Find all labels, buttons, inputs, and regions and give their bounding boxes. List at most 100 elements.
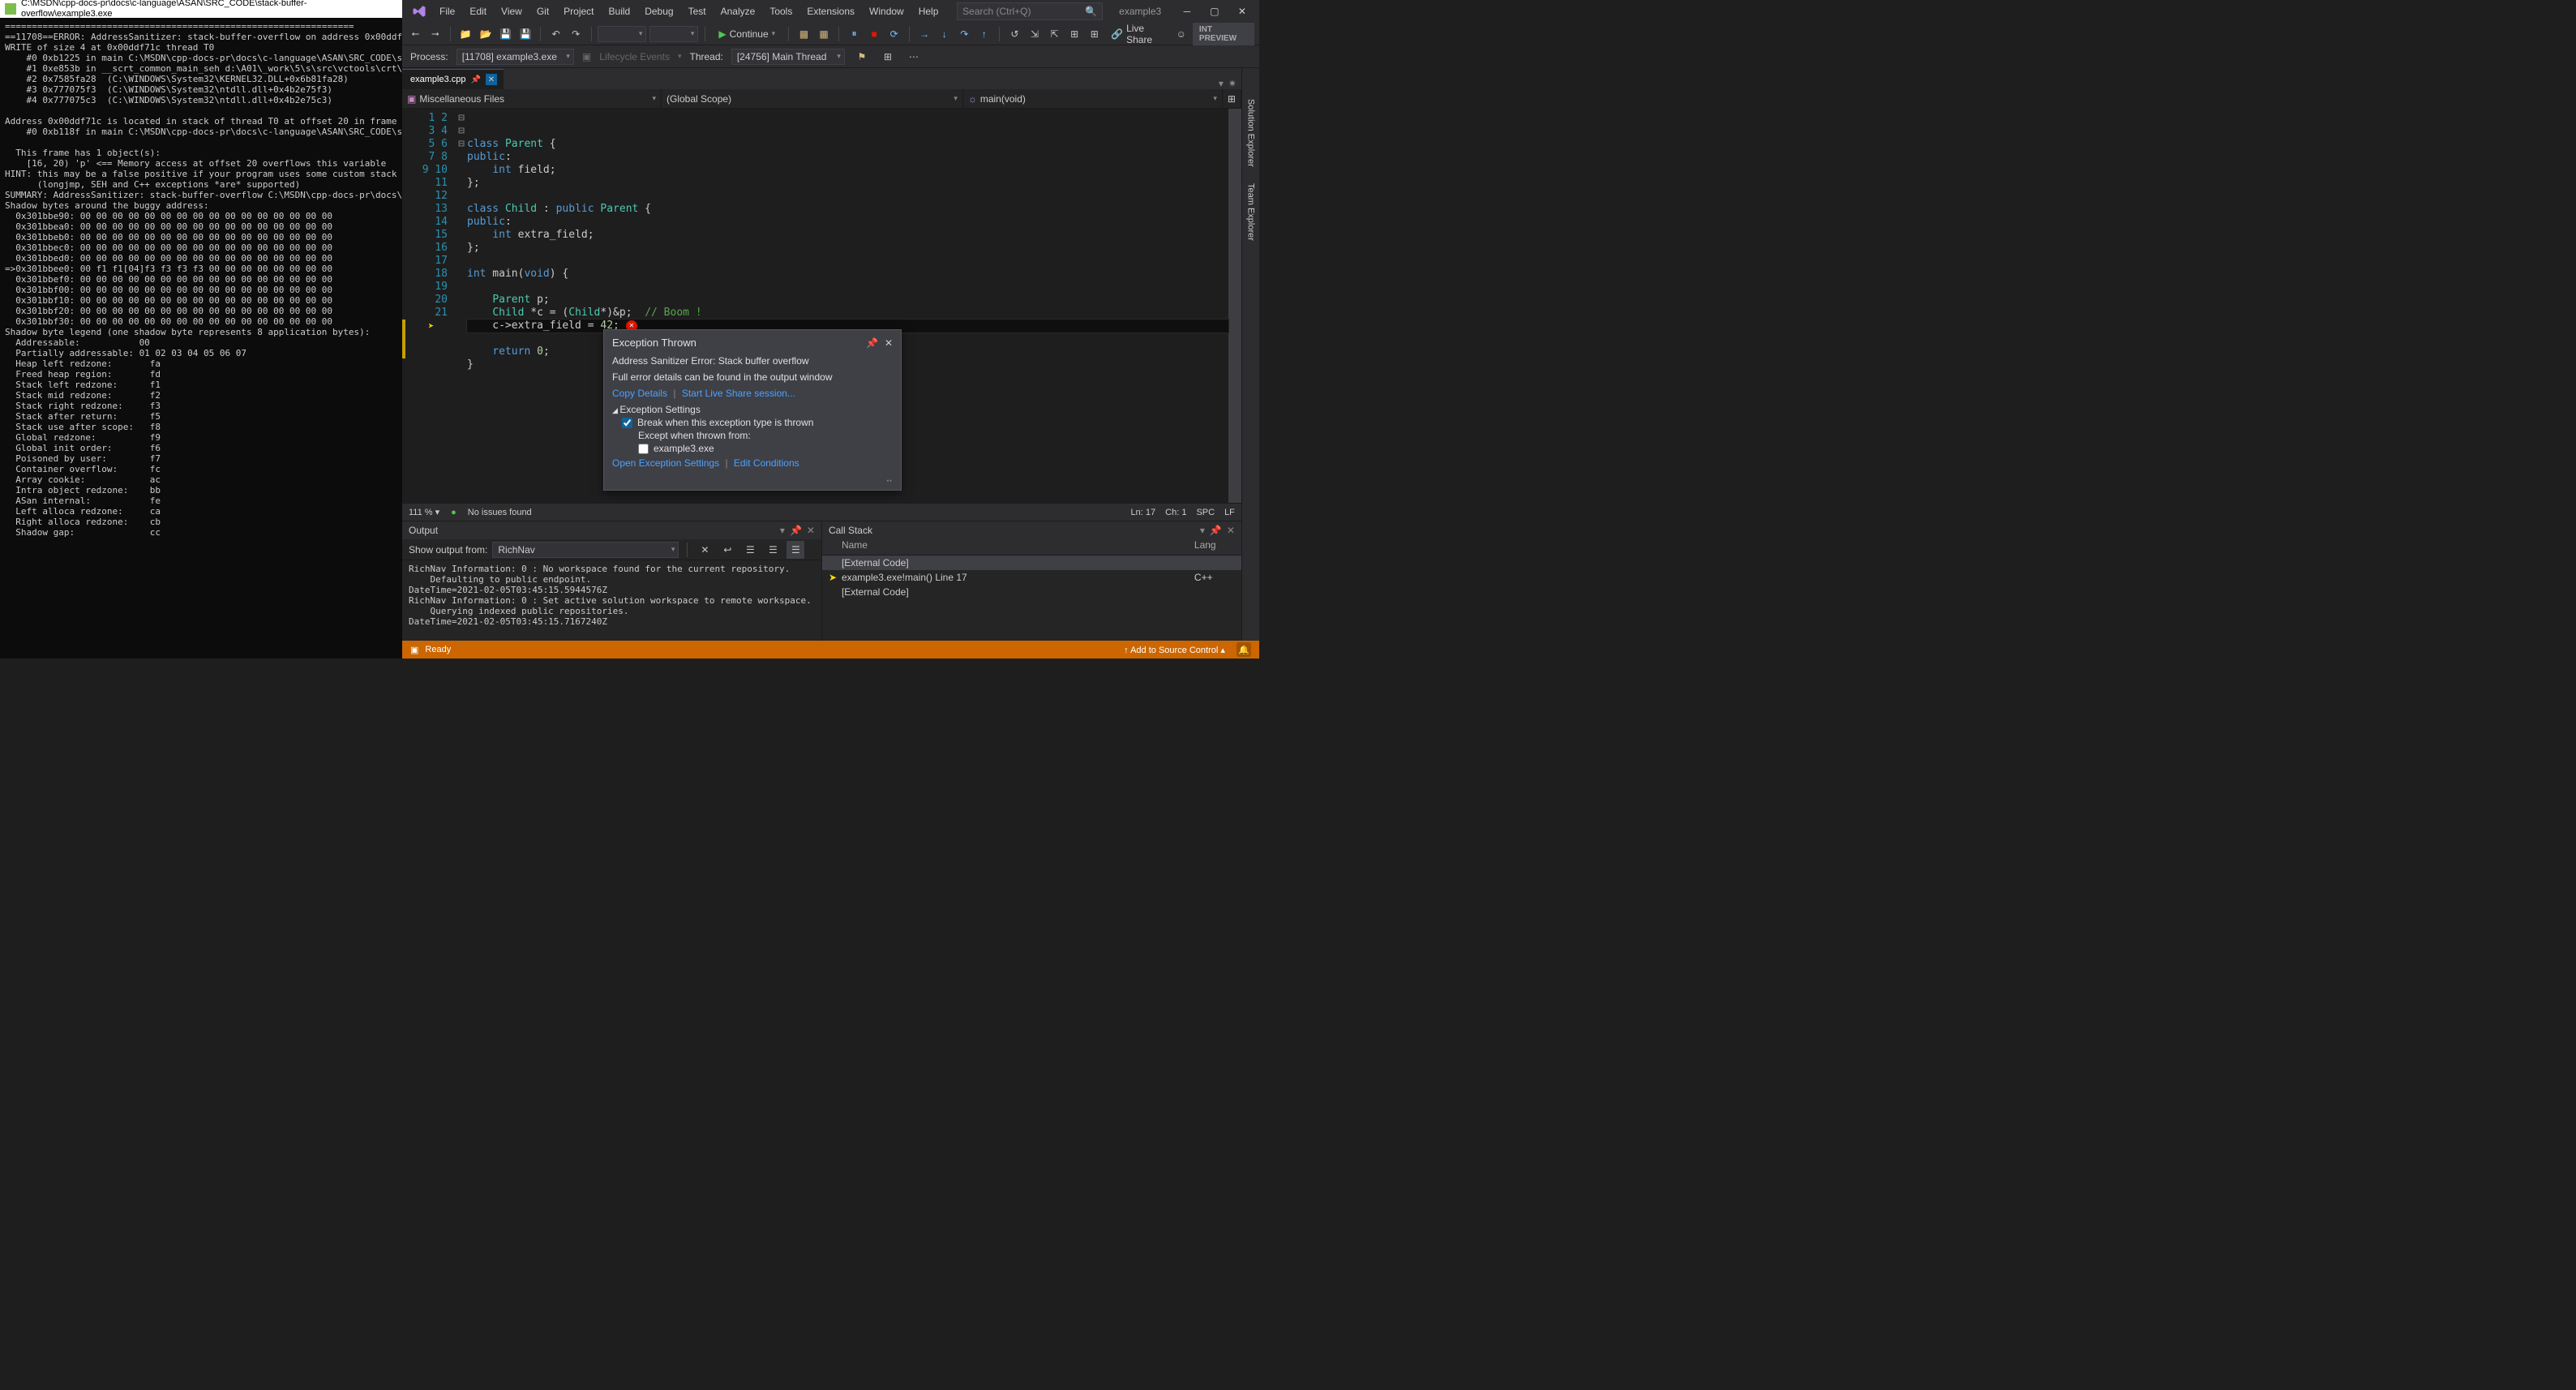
output-from-dropdown[interactable]: RichNav [492, 542, 679, 558]
minimize-button[interactable]: ─ [1173, 0, 1201, 23]
nav-function[interactable]: ☼ main(void) [963, 89, 1223, 108]
tb-icon2[interactable]: ▦ [816, 25, 833, 43]
stack-frame-icon[interactable]: ⋯ [905, 48, 923, 66]
menu-edit[interactable]: Edit [463, 2, 493, 20]
callstack-row[interactable]: [External Code] [822, 585, 1241, 599]
cs-col-name[interactable]: Name [842, 539, 1194, 555]
cs-col-lang[interactable]: Lang [1194, 539, 1235, 555]
step-over-button[interactable]: ↷ [956, 25, 973, 43]
thread-icon[interactable]: ⊞ [879, 48, 897, 66]
live-share-button[interactable]: 🔗 Live Share [1106, 23, 1172, 45]
panel-close-icon[interactable]: ✕ [807, 525, 815, 536]
output-btn3[interactable]: ☰ [741, 541, 759, 559]
show-next-stmt-button[interactable]: → [916, 25, 933, 43]
copy-details-link[interactable]: Copy Details [612, 388, 667, 399]
line-indicator[interactable]: Ln: 17 [1131, 508, 1156, 517]
tb-misc5[interactable]: ⊞ [1086, 25, 1103, 43]
tb-misc4[interactable]: ⊞ [1066, 25, 1083, 43]
menu-project[interactable]: Project [557, 2, 600, 20]
tab-close-button[interactable]: ✕ [486, 74, 497, 85]
callstack-row[interactable]: ➤example3.exe!main() Line 17C++ [822, 570, 1241, 585]
tb-misc2[interactable]: ⇲ [1027, 25, 1044, 43]
maximize-button[interactable]: ▢ [1201, 0, 1228, 23]
menu-debug[interactable]: Debug [638, 2, 679, 20]
output-btn5[interactable]: ☰ [787, 541, 804, 559]
platform-dropdown[interactable] [649, 26, 698, 42]
tab-solution-explorer[interactable]: Solution Explorer [1244, 92, 1257, 174]
menu-tools[interactable]: Tools [763, 2, 799, 20]
cs-close-icon[interactable]: ✕ [1227, 525, 1235, 536]
exception-settings-hdr[interactable]: Exception Settings [612, 404, 893, 415]
edit-conditions-link[interactable]: Edit Conditions [734, 457, 799, 469]
tab-team-explorer[interactable]: Team Explorer [1244, 177, 1257, 247]
output-wrap-button[interactable]: ↩ [718, 541, 736, 559]
menu-file[interactable]: File [433, 2, 461, 20]
pin-icon[interactable]: 📌 [471, 75, 481, 84]
menu-extensions[interactable]: Extensions [800, 2, 861, 20]
close-button[interactable]: ✕ [1228, 0, 1256, 23]
nav-scope[interactable]: (Global Scope) [662, 89, 963, 108]
vs-titlebar[interactable]: FileEditViewGitProjectBuildDebugTestAnal… [402, 0, 1259, 23]
menu-analyze[interactable]: Analyze [714, 2, 762, 20]
output-btn4[interactable]: ☰ [764, 541, 782, 559]
tab-settings-icon[interactable]: ✷ [1228, 78, 1237, 89]
break-when-checkbox[interactable] [622, 418, 632, 428]
menu-window[interactable]: Window [863, 2, 911, 20]
open-button[interactable]: 📂 [478, 25, 495, 43]
char-indicator[interactable]: Ch: 1 [1165, 508, 1186, 517]
step-into-button[interactable]: ↓ [936, 25, 953, 43]
menu-build[interactable]: Build [602, 2, 637, 20]
editor-scrollbar[interactable] [1228, 109, 1241, 503]
tb-icon1[interactable]: ▦ [795, 25, 812, 43]
panel-pin-icon[interactable]: 📌 [790, 525, 802, 536]
eol-indicator[interactable]: LF [1224, 508, 1235, 517]
continue-button[interactable]: ▶ Continue ▾ [712, 28, 782, 40]
indent-indicator[interactable]: SPC [1196, 508, 1215, 517]
tab-menu-dropdown[interactable]: ▾ [1219, 78, 1224, 89]
cs-menu-icon[interactable]: ▾ [1200, 525, 1205, 536]
quick-search-input[interactable]: Search (Ctrl+Q) 🔍 [957, 2, 1103, 20]
callstack-row[interactable]: [External Code] [822, 556, 1241, 570]
config-dropdown[interactable] [598, 26, 646, 42]
output-text[interactable]: RichNav Information: 0 : No workspace fo… [402, 560, 821, 641]
stop-button[interactable]: ■ [866, 25, 883, 43]
start-liveshare-link[interactable]: Start Live Share session... [682, 388, 795, 399]
output-clear-button[interactable]: ✕ [696, 541, 714, 559]
popup-close-button[interactable]: ✕ [885, 337, 893, 349]
resize-grip-icon[interactable]: ⣀ [612, 470, 893, 482]
thread-dropdown[interactable]: [24756] Main Thread [731, 49, 845, 65]
tb-misc1[interactable]: ↺ [1006, 25, 1023, 43]
save-all-button[interactable]: 💾 [517, 25, 534, 43]
notifications-button[interactable]: 🔔 [1237, 642, 1251, 657]
break-all-button[interactable]: ⏸ [846, 25, 863, 43]
open-exception-settings-link[interactable]: Open Exception Settings [612, 457, 719, 469]
redo-button[interactable]: ↷ [568, 25, 585, 43]
save-button[interactable]: 💾 [497, 25, 514, 43]
except-item-checkbox[interactable] [638, 444, 649, 454]
thread-label: Thread: [689, 51, 722, 62]
menu-help[interactable]: Help [912, 2, 945, 20]
nav-project[interactable]: ▣ Miscellaneous Files [402, 89, 662, 108]
step-out-button[interactable]: ↑ [976, 25, 993, 43]
console-titlebar[interactable]: C:\MSDN\cpp-docs-pr\docs\c-language\ASAN… [0, 0, 402, 18]
code-editor[interactable]: 1 2 3 4 5 6 7 8 9 10 11 12 13 14 15 16 1… [402, 109, 1241, 503]
tab-example3[interactable]: example3.cpp 📌 ✕ [402, 69, 504, 89]
nav-split-button[interactable]: ⊞ [1223, 89, 1241, 108]
process-dropdown[interactable]: [11708] example3.exe [456, 49, 574, 65]
new-project-button[interactable]: 📁 [457, 25, 474, 43]
add-source-control[interactable]: ↑ Add to Source Control ▴ [1124, 645, 1225, 655]
flag-icon[interactable]: ⚑ [853, 48, 871, 66]
nav-back-button[interactable]: ⭠ [407, 25, 424, 43]
undo-button[interactable]: ↶ [547, 25, 564, 43]
menu-git[interactable]: Git [530, 2, 555, 20]
popup-pin-button[interactable]: 📌 [866, 337, 878, 349]
nav-fwd-button[interactable]: ⭢ [427, 25, 444, 43]
cs-pin-icon[interactable]: 📌 [1210, 525, 1222, 536]
zoom-level[interactable]: 111 % ▾ [409, 507, 439, 517]
tb-misc3[interactable]: ⇱ [1046, 25, 1063, 43]
menu-view[interactable]: View [495, 2, 529, 20]
restart-button[interactable]: ⟳ [885, 25, 902, 43]
feedback-button[interactable]: ☺ [1173, 25, 1189, 43]
menu-test[interactable]: Test [682, 2, 713, 20]
panel-menu-icon[interactable]: ▾ [780, 525, 785, 536]
